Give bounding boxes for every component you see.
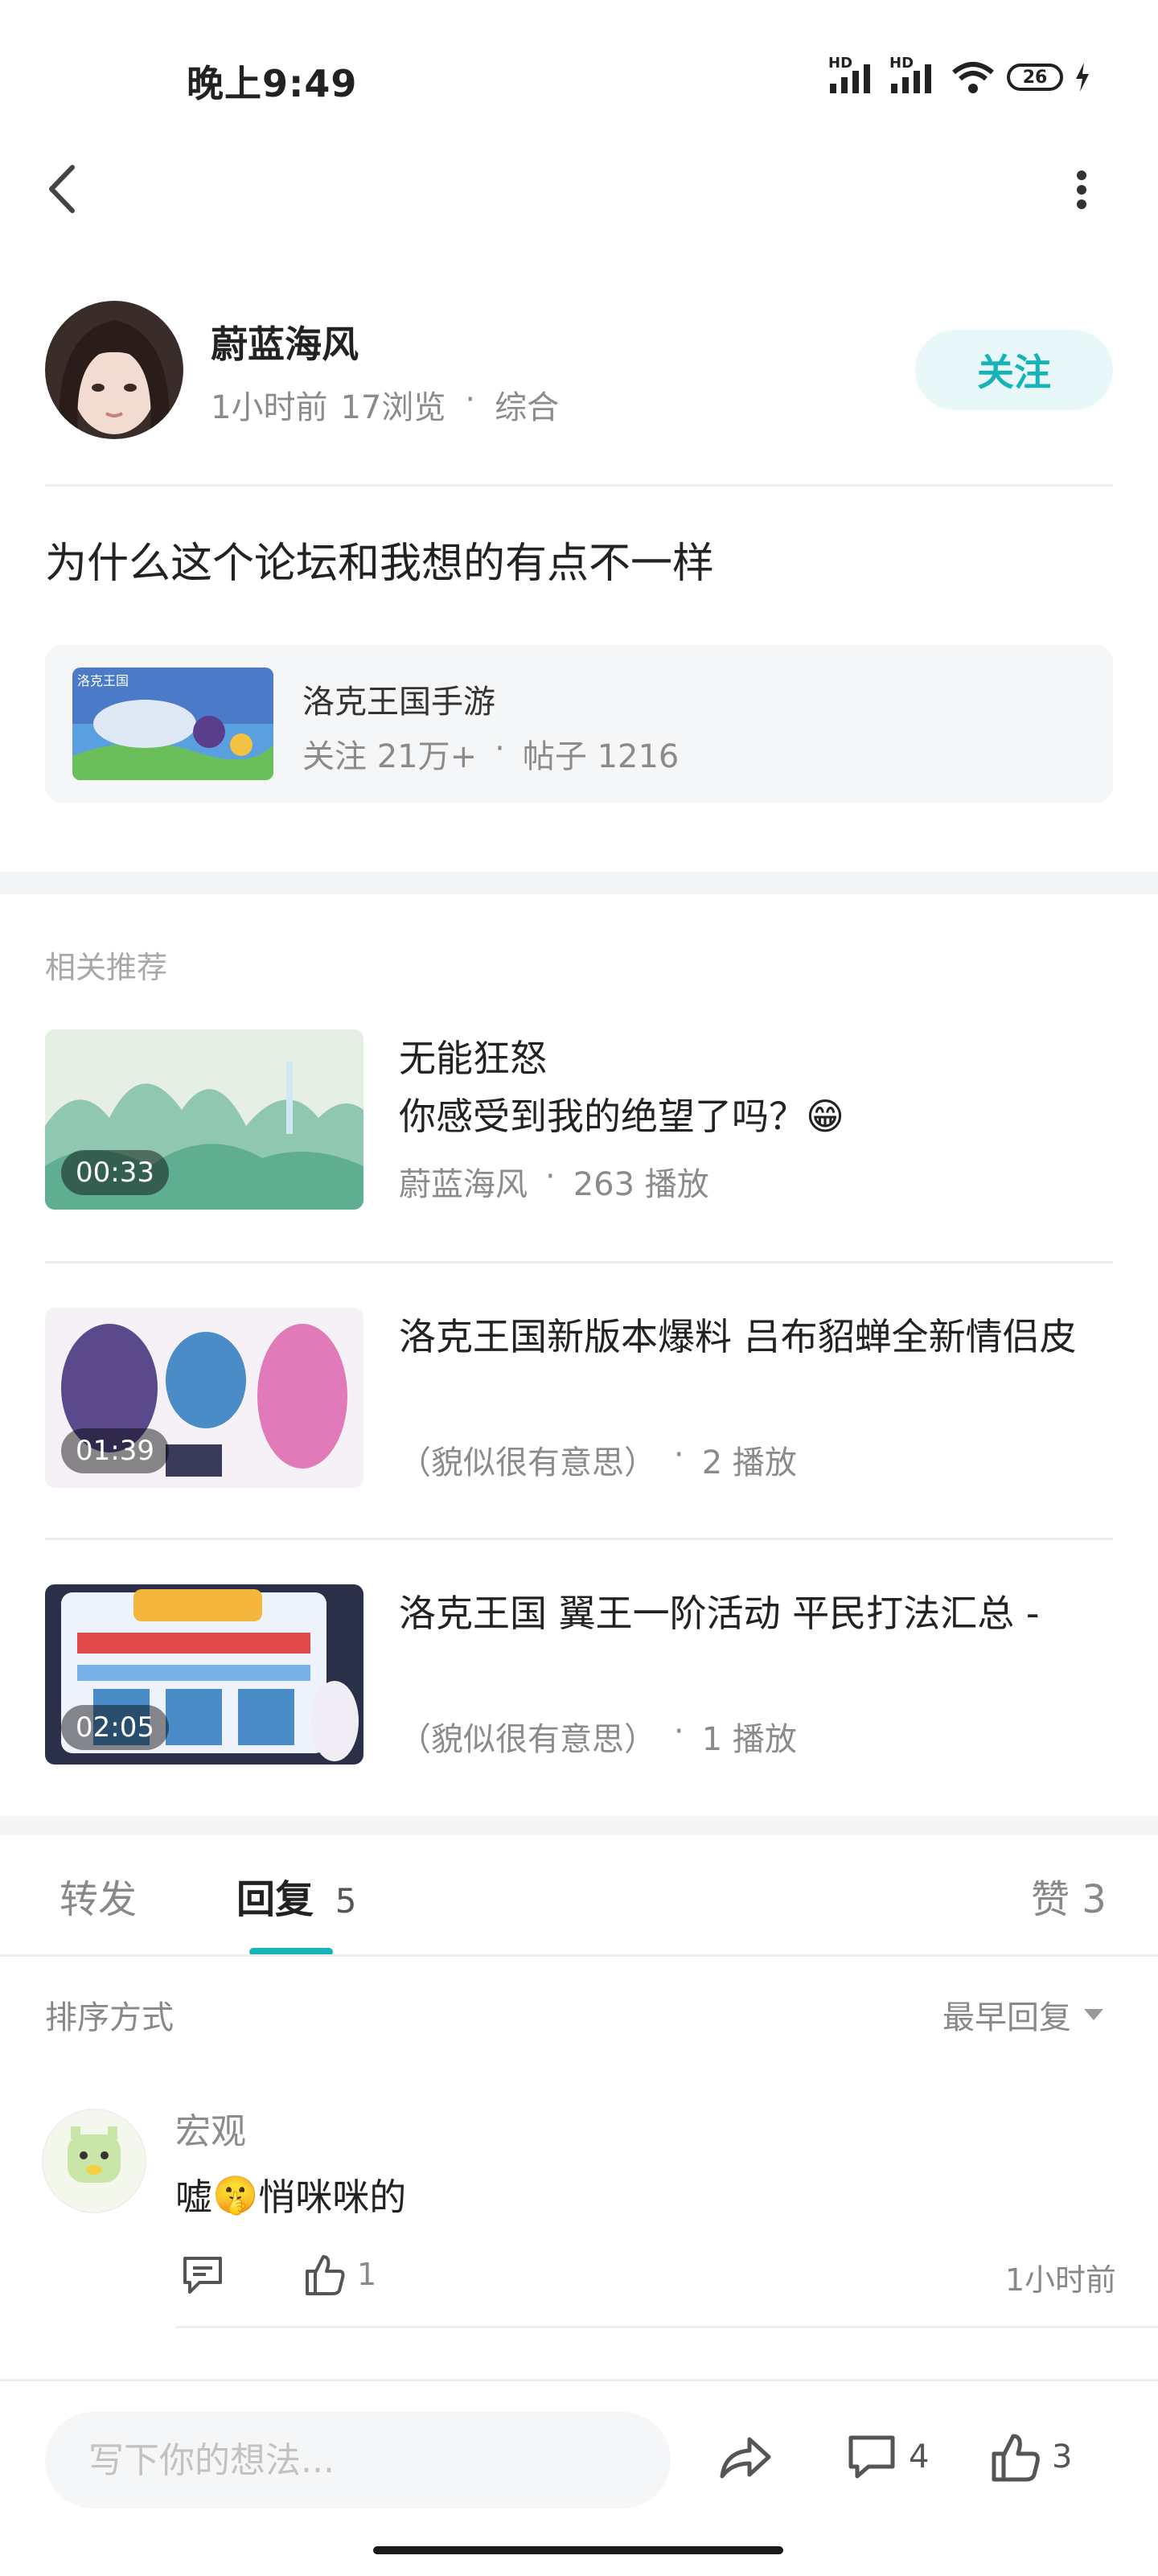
post-category: 综合 [495,389,560,426]
video-meta: 蔚蓝海风 · 263 播放 [399,1158,709,1205]
comment-icon [848,2435,895,2479]
header-divider [45,484,1113,487]
comments-button[interactable]: 4 [846,2425,929,2489]
share-icon [720,2437,771,2479]
comment-text-start: 嘘 [175,2175,212,2219]
commenter-name[interactable]: 宏观 [175,2102,246,2154]
forum-thumbnail: 洛克王国 [72,668,273,780]
comment-like-count: 1 [357,2257,377,2292]
sort-dropdown[interactable]: 最早回复 [942,1991,1105,2038]
comment-time: 1小时前 [1004,2262,1116,2298]
chevron-left-icon [49,165,75,213]
author-avatar[interactable] [45,301,183,439]
video-author: 蔚蓝海风 [399,1166,528,1203]
comment-text: 嘘 🤫 悄咪咪的 [175,2168,406,2221]
video-title: 无能狂怒 你感受到我的绝望了吗？😁 [399,1037,844,1138]
video-author: （貌似很有意思） [399,1721,656,1758]
tab-forward[interactable]: 转发 [60,1867,137,1924]
commenter-avatar[interactable] [42,2109,146,2213]
video-thumbnail: 02:05 [45,1584,363,1765]
signal-icon-2: HD [889,55,939,95]
video-item[interactable]: 02:05 洛克王国 翼王一阶活动 平民打法汇总 - （貌似很有意思） · 1 … [45,1584,1113,1766]
author-name[interactable]: 蔚蓝海风 [211,315,359,368]
tab-reply-label: 回复 [236,1877,314,1922]
forum-followers: 关注 21万+ [302,738,478,775]
comments-count: 4 [909,2438,930,2475]
video-item[interactable]: 01:39 洛克王国新版本爆料 吕布貂蝉全新情侣皮 （貌似很有意思） · 2 播… [45,1308,1113,1489]
forum-posts: 帖子 1216 [522,738,680,775]
video-item[interactable]: 00:33 无能狂怒 你感受到我的绝望了吗？😁 蔚蓝海风 · 263 播放 [45,1029,1113,1211]
charging-icon [1076,63,1089,92]
svg-text:洛克王国: 洛克王国 [77,673,129,688]
comment-icon [183,2257,222,2294]
meta-separator: · [674,1713,684,1750]
battery-icon: 26 [1007,64,1063,91]
stats-separator: · [495,730,505,767]
meta-separator: · [674,1436,684,1473]
post-meta: 1小时前 17浏览 · 综合 [211,381,559,428]
meta-separator: · [465,381,476,418]
share-button[interactable] [717,2425,774,2489]
likes-count: 3 [1052,2438,1073,2475]
video-plays: 263 播放 [573,1166,709,1203]
video-plays: 1 播放 [701,1721,797,1758]
comment-text-end: 悄咪咪的 [258,2175,407,2219]
section-separator [0,1816,1158,1835]
wifi-icon [952,62,994,93]
related-heading: 相关推荐 [45,950,168,985]
like-button[interactable]: 3 [991,2425,1072,2489]
video-meta: （貌似很有意思） · 2 播放 [399,1436,797,1483]
signal-icon: HD [828,55,878,95]
video-title: 洛克王国 翼王一阶活动 平民打法汇总 - [399,1592,1040,1635]
comment-emoji: 🤫 [212,2172,259,2217]
list-divider [45,1538,1113,1540]
status-icons: HD HD 26 [828,55,1090,95]
home-indicator [373,2546,783,2554]
back-button[interactable] [42,161,84,217]
status-time: 晚上9:49 [187,62,358,105]
video-author: （貌似很有意思） [399,1444,656,1481]
video-duration: 01:39 [61,1428,169,1473]
tabs-divider [0,1954,1158,1957]
comment-input[interactable] [45,2412,671,2508]
video-duration: 00:33 [61,1150,169,1195]
forum-stats: 关注 21万+ · 帖子 1216 [302,730,679,777]
comment-like-button[interactable]: 1 [304,2252,376,2297]
video-thumbnail: 01:39 [45,1308,363,1488]
comment-actions: 1 1小时前 [175,2252,1116,2300]
tab-like[interactable]: 赞 3 [1031,1867,1107,1924]
post-time: 1小时前 [211,389,328,426]
forum-name: 洛克王国手游 [302,684,495,721]
follow-button[interactable]: 关注 [915,330,1113,410]
section-separator [0,872,1158,894]
video-title: 洛克王国新版本爆料 吕布貂蝉全新情侣皮 [399,1315,1077,1358]
post-views: 17浏览 [340,389,446,426]
thumbs-up-icon [306,2255,345,2295]
more-button[interactable] [1062,166,1102,214]
tab-reply-count: 5 [335,1881,357,1921]
list-divider [45,1261,1113,1263]
comment-reply-button[interactable] [180,2252,225,2297]
forum-card[interactable]: 洛克王国 洛克王国手游 关注 21万+ · 帖子 1216 [45,645,1113,803]
tab-reply[interactable]: 回复 5 [236,1867,356,1924]
meta-separator: · [545,1158,556,1195]
caret-down-icon [1084,2009,1103,2020]
comment-divider [175,2326,1158,2328]
thumbs-up-icon [992,2434,1040,2482]
sort-value: 最早回复 [942,1999,1071,2036]
video-thumbnail: 00:33 [45,1029,363,1210]
post-title: 为什么这个论坛和我想的有点不一样 [45,540,715,588]
sort-label: 排序方式 [45,1999,174,2036]
video-plays: 2 播放 [701,1444,797,1481]
video-duration: 02:05 [61,1705,169,1750]
interaction-tabs: 转发 回复 5 赞 3 [0,1835,1158,1956]
video-meta: （貌似很有意思） · 1 播放 [399,1713,797,1760]
more-vertical-icon [1077,171,1086,209]
